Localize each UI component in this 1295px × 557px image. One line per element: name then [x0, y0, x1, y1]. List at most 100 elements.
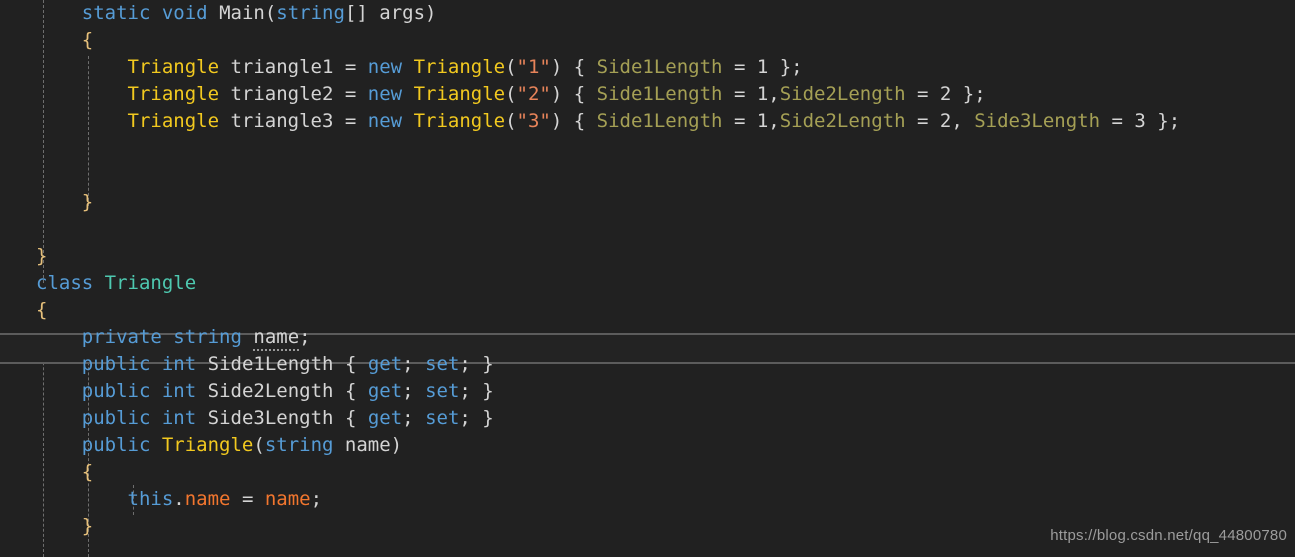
code-token: }	[962, 83, 975, 105]
code-token: (	[505, 110, 517, 132]
code-token: Triangle	[127, 110, 220, 132]
code-token: (	[264, 2, 277, 24]
code-token-suggestion: name	[253, 326, 300, 351]
code-token: Triangle	[413, 110, 506, 132]
code-token: triangle3	[219, 110, 345, 132]
code-token: triangle2	[219, 83, 345, 105]
code-token: void	[161, 2, 208, 24]
code-token: triangle1	[219, 56, 345, 78]
code-token: Side1Length	[596, 83, 723, 105]
code-token: }	[81, 515, 94, 537]
code-token: }	[36, 245, 48, 267]
code-token: new	[367, 56, 403, 78]
code-editor[interactable]: static void Main(string[] args) { Triang…	[0, 0, 1295, 557]
code-line[interactable]	[0, 162, 1295, 189]
code-token: )	[550, 56, 563, 78]
code-line[interactable]: {	[0, 27, 1295, 54]
code-token: int	[161, 407, 197, 429]
code-token: int	[161, 353, 197, 375]
code-token: =	[344, 110, 357, 132]
code-token: ;	[459, 407, 483, 429]
code-line[interactable]	[0, 135, 1295, 162]
code-token: =	[344, 56, 357, 78]
code-line[interactable]: public int Side1Length { get; set; }	[0, 351, 1295, 378]
code-token: {	[344, 407, 357, 429]
code-line[interactable]: this.name = name;	[0, 486, 1295, 513]
code-token: "2"	[516, 83, 551, 105]
watermark-url: https://blog.csdn.net/qq_44800780	[1050, 527, 1287, 544]
code-token: Triangle	[127, 56, 220, 78]
code-token: Triangle	[413, 56, 506, 78]
code-token: ;	[402, 353, 426, 375]
code-token: ;	[974, 83, 986, 105]
code-line[interactable]: }	[0, 243, 1295, 270]
code-token: Triangle	[104, 272, 197, 294]
code-token: )	[390, 434, 403, 456]
code-token: set	[425, 407, 460, 429]
code-token: = 2,	[905, 110, 975, 132]
code-line[interactable]	[0, 216, 1295, 243]
code-line[interactable]: {	[0, 297, 1295, 324]
code-token: "1"	[516, 56, 551, 78]
code-token: }	[779, 56, 792, 78]
code-token: =	[230, 488, 265, 510]
code-token: Side1Length	[596, 56, 723, 78]
code-token: }	[1157, 110, 1169, 132]
code-token: {	[36, 299, 48, 321]
code-line[interactable]: public int Side3Length { get; set; }	[0, 405, 1295, 432]
code-line[interactable]: Triangle triangle2 = new Triangle("2") {…	[0, 81, 1295, 108]
code-token: {	[573, 83, 586, 105]
code-line[interactable]: Triangle triangle3 = new Triangle("3") {…	[0, 108, 1295, 135]
code-token: }	[482, 407, 494, 429]
code-token: Main	[219, 2, 265, 24]
code-line[interactable]: public Triangle(string name)	[0, 432, 1295, 459]
code-token: ;	[459, 380, 483, 402]
code-line[interactable]: public int Side2Length { get; set; }	[0, 378, 1295, 405]
code-token: Triangle	[127, 83, 220, 105]
code-token: Side1Length	[596, 110, 723, 132]
code-token: []	[344, 2, 368, 24]
code-token: args	[367, 2, 426, 24]
code-token: = 3	[1100, 110, 1158, 132]
code-token: )	[550, 110, 563, 132]
code-token: set	[425, 380, 460, 402]
code-token: Side1Length	[207, 353, 334, 375]
code-token: )	[425, 2, 437, 24]
code-line[interactable]: class Triangle	[0, 270, 1295, 297]
code-line-current[interactable]: private string name;	[0, 324, 1295, 351]
code-content[interactable]: static void Main(string[] args) { Triang…	[0, 0, 1295, 540]
code-line[interactable]: static void Main(string[] args)	[0, 0, 1295, 27]
code-token: = 1,	[722, 83, 780, 105]
code-line[interactable]: }	[0, 189, 1295, 216]
code-token: get	[367, 353, 403, 375]
code-token: set	[425, 353, 460, 375]
code-line[interactable]: Triangle triangle1 = new Triangle("1") {…	[0, 54, 1295, 81]
code-line[interactable]: {	[0, 459, 1295, 486]
code-token: }	[482, 380, 494, 402]
code-token: {	[344, 353, 357, 375]
